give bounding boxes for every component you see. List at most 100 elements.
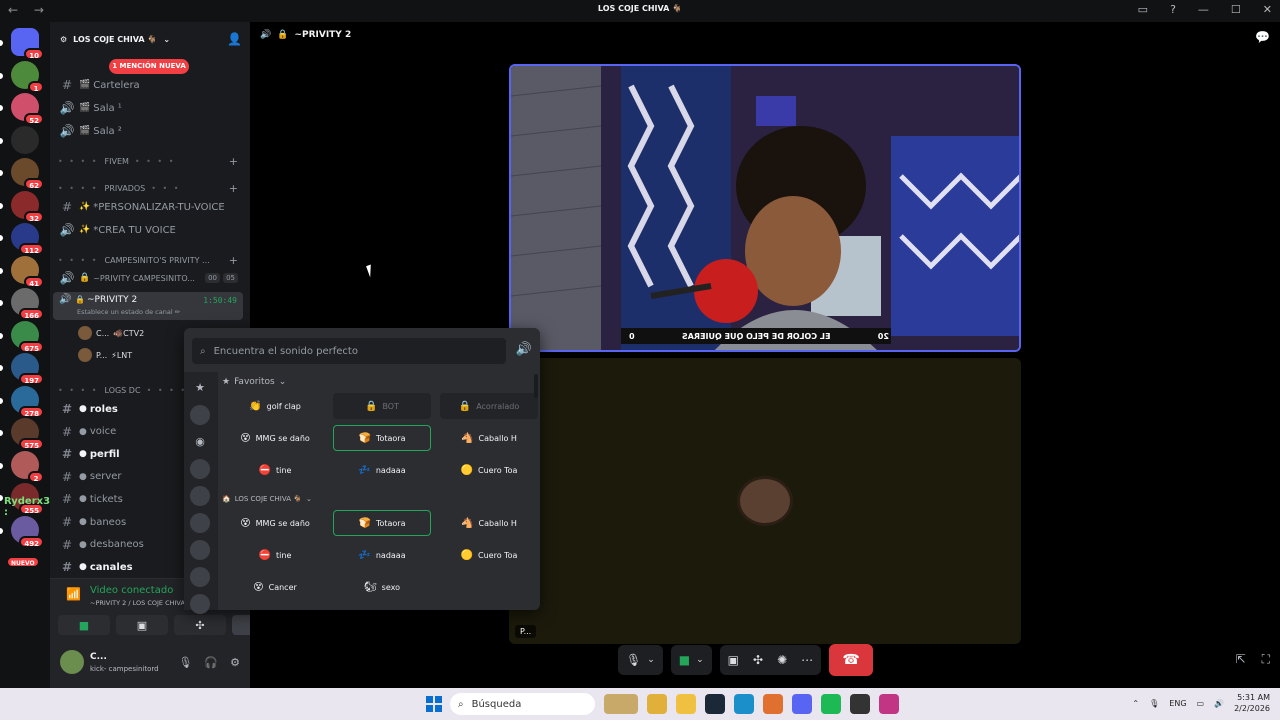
start-button[interactable] [426,696,442,712]
language[interactable]: ENG [1169,699,1186,708]
server-icon[interactable]: 2 [11,450,44,483]
server-icon[interactable] [190,540,210,560]
add-channel-icon[interactable]: + [229,182,238,195]
add-channel-icon[interactable]: + [229,155,238,168]
server-icon[interactable] [190,594,210,614]
chrome-icon[interactable] [647,694,667,714]
fullscreen-icon[interactable]: ⛶ [1262,652,1270,667]
spotify-icon[interactable] [821,694,841,714]
category-privados[interactable]: • • • • PRIVADOS • • • + [58,181,244,195]
volume-icon[interactable]: 🔊 [516,342,532,357]
network-icon[interactable]: ▭ [1197,699,1205,708]
screen-share-button[interactable]: ▣ [116,615,168,635]
server-icon[interactable]: 52 [11,93,44,125]
sound-button[interactable]: 💤 nadaaa [333,457,431,483]
server-icon[interactable] [11,125,39,154]
video-tile-user[interactable]: P... [509,358,1021,644]
sound-button[interactable]: ⛔ tine [226,457,324,483]
close-icon[interactable]: ✕ [1263,3,1272,16]
discord-icon[interactable]: ◉ [190,432,210,452]
sound-button[interactable]: 🔒 BOT [333,393,431,419]
snake-widget-icon[interactable] [604,694,638,714]
server-icon[interactable]: 197 [11,353,44,385]
screen-share-icon[interactable]: ▣ [728,653,739,667]
server-icon[interactable] [190,567,210,587]
active-voice-channel[interactable]: 🔊 🔒 ~PRIVITY 2 1:50:49 Establece un esta… [53,292,243,320]
camera-button[interactable]: ■ [58,615,110,635]
sound-button[interactable]: 💤 nadaaa [333,542,431,568]
sound-button[interactable]: 🐿 sexo [333,574,431,600]
mic-toggle[interactable]: 🎙 ⌄ [618,645,663,675]
category-fivem[interactable]: • • • • FIVEM • • • • + [58,154,244,168]
scrollbar[interactable] [534,374,538,398]
minimize-icon[interactable]: — [1198,3,1209,16]
avatar[interactable] [60,650,84,674]
favorites-section-header[interactable]: ★ Favoritos ⌄ [222,377,286,387]
more-icon[interactable]: ⋯ [801,653,813,667]
video-tile-camera[interactable]: 20 EL COLOR DE PELO QUE QUIERAS 0 [509,64,1021,352]
add-member-icon[interactable]: 👤 [227,32,242,46]
server-icon[interactable]: 575 [11,418,44,450]
maximize-icon[interactable]: ☐ [1231,3,1241,16]
screen-icon[interactable]: ▭ [1138,3,1148,16]
chevron-down-icon[interactable]: ⌄ [696,655,704,665]
server-icon[interactable]: 166 [11,288,44,320]
sound-button[interactable]: 🐴 Caballo H [440,425,538,451]
sound-button[interactable]: ⛔ tine [226,542,324,568]
clock[interactable]: 5:31 AM 2/2/2026 [1234,692,1270,714]
edge-icon[interactable] [734,694,754,714]
disconnect-button[interactable]: ☎ [829,644,874,676]
chevron-down-icon[interactable]: ⌄ [647,655,655,665]
add-channel-icon[interactable]: + [229,254,238,267]
mic-icon[interactable]: 🎙 [1149,699,1159,708]
channel-item[interactable]: 🔊 ✨ *CREA TU VOICE [58,220,244,240]
server-icon[interactable]: 41 [11,255,44,288]
voice-channel-campesinito[interactable]: 🔊 🔒 ~PRIVITY CAMPESINITO... 00 05 [58,268,244,288]
office-icon[interactable] [763,694,783,714]
sound-button[interactable]: 🟡 Cuero Toa [440,457,538,483]
chat-icon[interactable]: 💬 [1255,30,1270,44]
discord-icon[interactable] [792,694,812,714]
server-icon[interactable]: 492 [11,515,44,548]
server-icon[interactable] [190,405,210,425]
guild-header[interactable]: ⚙ LOS COJE CHIVA 🐐 ⌄ 👤 [50,22,250,56]
file-explorer-icon[interactable] [676,694,696,714]
server-icon[interactable]: 112 [11,223,44,255]
chevron-up-icon[interactable]: ⌃ [1132,699,1139,708]
headphones-icon[interactable]: 🎧 [204,656,218,669]
camera-toggle[interactable]: ■ ⌄ [670,645,712,675]
text-channel[interactable]: 🔊 🎬 Sala ¹ [58,98,244,118]
category-campesinito[interactable]: • • • • CAMPESINITO'S PRIVITY ... + [58,253,244,267]
steam-icon[interactable] [705,694,725,714]
channel-status[interactable]: Establece un estado de canal ✏ [77,308,180,316]
server-icon[interactable] [190,459,210,479]
instagram-icon[interactable] [879,694,899,714]
taskbar-search[interactable]: ⌕ Búsqueda [450,693,595,715]
sound-button[interactable]: 😵 MMG se daño [226,425,324,451]
help-icon[interactable]: ? [1170,3,1176,16]
server-icon[interactable]: 675 [11,320,44,353]
sound-button[interactable]: 🍞 Totaora [333,425,431,451]
soundboard-icon[interactable]: ✺ [777,653,787,667]
mic-icon[interactable]: 🎙 [178,656,192,669]
server-icon[interactable]: 62 [11,158,44,190]
channel-item[interactable]: # ✨ *PERSONALIZAR-TU-VOICE [58,197,244,217]
star-icon[interactable]: ★ [190,378,210,398]
volume-icon[interactable]: 🔊 [1214,699,1224,708]
connection-subtitle[interactable]: ~PRIVITY 2 / LOS COJE CHIVA 🐐 [90,599,195,607]
sound-button[interactable]: 🍞 Totaora [333,510,431,536]
activities-button[interactable]: ✣ [174,615,226,635]
sound-button[interactable]: 😵 MMG se daño [226,510,324,536]
popout-icon[interactable]: ⇱ [1236,652,1246,667]
steam-alt-icon[interactable] [850,694,870,714]
server-section-header[interactable]: 🏠 LOS COJE CHIVA 🐐 ⌄ [222,495,312,503]
text-channel[interactable]: 🔊 🎬 Sala ² [58,121,244,141]
sound-button[interactable]: 🐴 Caballo H [440,510,538,536]
server-icon[interactable]: 32 [11,190,44,223]
server-icon[interactable]: 278 [11,385,44,418]
server-icon[interactable] [190,486,210,506]
sound-search-input[interactable]: ⌕ Encuentra el sonido perfecto [192,338,506,364]
server-icon[interactable] [190,513,210,533]
text-channel[interactable]: # 🎬 Cartelera [58,75,244,95]
sound-button[interactable]: 😵 Cancer [226,574,324,600]
